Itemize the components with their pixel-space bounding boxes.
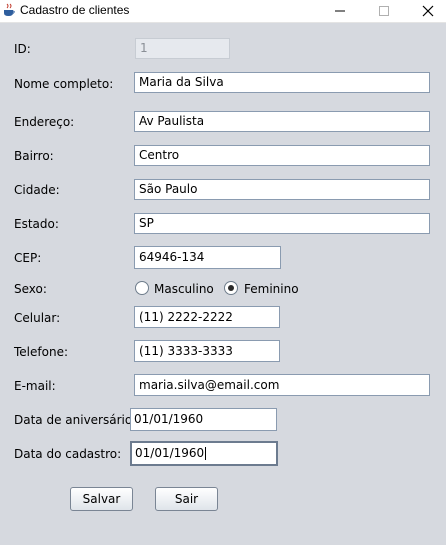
estado-label: Estado: [14,217,59,231]
endereco-label: Endereço: [14,115,75,129]
radio-selected-dot [228,285,234,291]
text-caret [205,447,207,460]
celular-field[interactable]: (11) 2222-2222 [134,306,280,328]
telefone-label: Telefone: [14,345,68,359]
sair-button[interactable]: Sair [155,487,218,511]
close-icon [422,5,434,17]
cep-label: CEP: [14,251,42,265]
maximize-icon [379,6,389,16]
bairro-field[interactable]: Centro [134,145,430,166]
close-button[interactable] [410,0,446,22]
id-field: 1 [135,38,230,59]
salvar-button[interactable]: Salvar [70,487,133,511]
minimize-button[interactable] [322,0,358,22]
celular-label: Celular: [14,311,61,325]
title-bar: Cadastro de clientes [0,0,446,23]
data-cadastro-value: 01/01/1960 [135,446,205,460]
cidade-field[interactable]: São Paulo [134,179,430,200]
radio-feminino-label[interactable]: Feminino [244,282,299,296]
maximize-button[interactable] [366,0,402,22]
data-cadastro-field[interactable]: 01/01/1960 [130,441,278,466]
nome-label: Nome completo: [14,77,114,91]
sexo-label: Sexo: [14,282,47,296]
estado-field[interactable]: SP [134,213,430,234]
radio-masculino[interactable] [135,281,149,295]
email-label: E-mail: [14,379,56,393]
bairro-label: Bairro: [14,149,54,163]
cep-field[interactable]: 64946-134 [134,246,281,269]
cidade-label: Cidade: [14,183,60,197]
telefone-field[interactable]: (11) 3333-3333 [134,340,280,362]
radio-feminino[interactable] [224,281,238,295]
email-field[interactable]: maria.silva@email.com [134,374,430,396]
radio-masculino-label[interactable]: Masculino [154,282,214,296]
aniversario-label: Data de aniversário: [14,413,137,427]
endereco-field[interactable]: Av Paulista [134,111,430,132]
window-title: Cadastro de clientes [20,3,130,17]
aniversario-field[interactable]: 01/01/1960 [130,408,277,431]
data-cadastro-label: Data do cadastro: [14,447,122,461]
minimize-icon [335,10,345,12]
id-label: ID: [14,42,31,56]
nome-field[interactable]: Maria da Silva [134,72,430,93]
java-cup-icon [2,3,16,17]
